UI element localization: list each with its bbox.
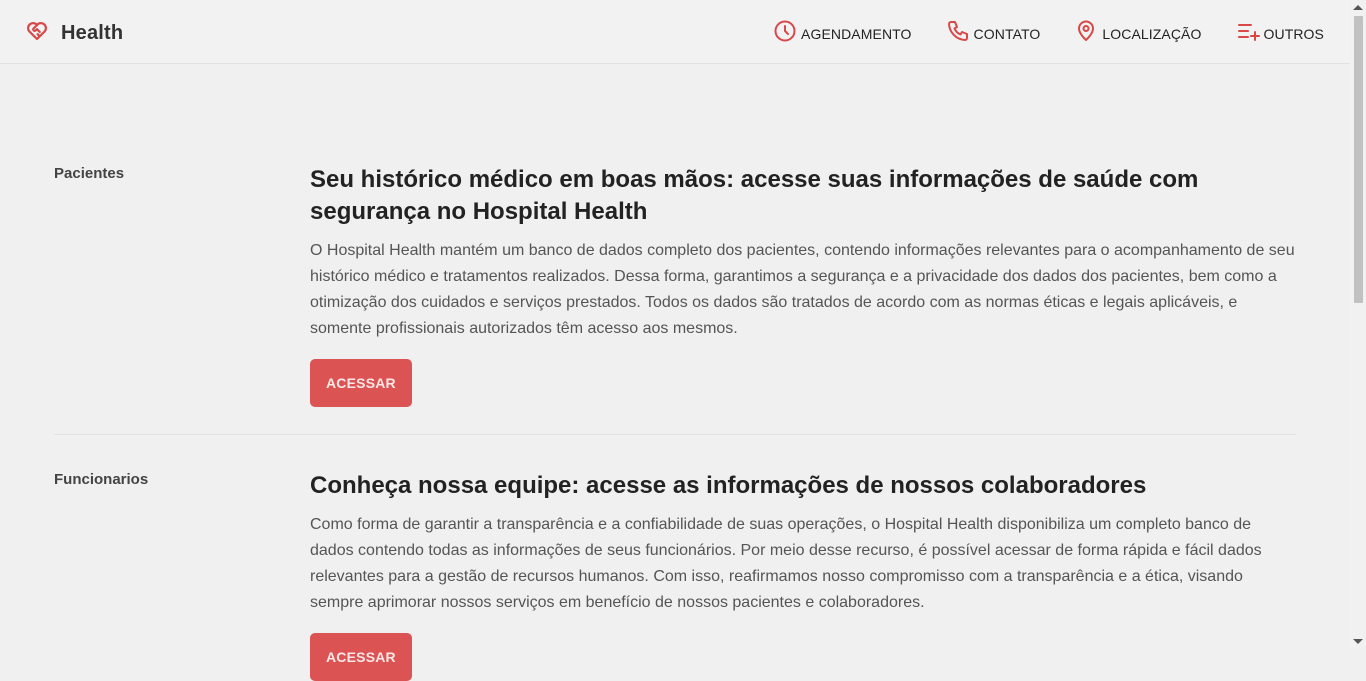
map-pin-icon [1074, 19, 1098, 48]
brand-name: Health [61, 22, 124, 44]
main-nav: AGENDAMENTO CONTATO LOCALIZAÇÃO OUTROS [773, 19, 1324, 48]
section-title: Conheça nossa equipe: acesse as informaç… [310, 472, 1147, 499]
brand[interactable]: Health [25, 19, 123, 48]
acessar-pacientes-button[interactable]: ACESSAR [310, 359, 412, 407]
scroll-down-arrow-icon[interactable] [1353, 639, 1363, 644]
vertical-scrollbar[interactable] [1350, 0, 1366, 649]
section-body: Conheça nossa equipe: acesse as informaç… [310, 470, 1296, 681]
clock-icon [773, 19, 797, 48]
section-text: Como forma de garantir a transparência e… [310, 516, 1262, 611]
navbar: Health AGENDAMENTO CONTATO LOCALIZAÇÃO O… [0, 0, 1350, 64]
nav-label: LOCALIZAÇÃO [1102, 25, 1202, 42]
section-text: O Hospital Health mantém um banco de dad… [310, 242, 1295, 337]
section-title: Seu histórico médico em boas mãos: acess… [310, 166, 1199, 225]
section-body: Seu histórico médico em boas mãos: acess… [310, 164, 1296, 407]
nav-outros[interactable]: OUTROS [1236, 19, 1325, 48]
acessar-funcionarios-button[interactable]: ACESSAR [310, 633, 412, 681]
heart-handshake-icon [25, 19, 49, 48]
scroll-up-arrow-icon[interactable] [1353, 5, 1363, 10]
nav-label: OUTROS [1263, 25, 1324, 42]
nav-localizacao[interactable]: LOCALIZAÇÃO [1074, 19, 1201, 48]
section-divider [54, 434, 1296, 435]
list-plus-icon [1236, 19, 1260, 48]
nav-label: CONTATO [973, 25, 1041, 42]
nav-label: AGENDAMENTO [801, 25, 912, 42]
scroll-thumb[interactable] [1354, 16, 1363, 303]
nav-contato[interactable]: CONTATO [946, 19, 1041, 48]
section-label: Funcionarios [54, 471, 149, 488]
nav-agendamento[interactable]: AGENDAMENTO [773, 19, 912, 48]
phone-icon [946, 19, 970, 48]
section-label: Pacientes [54, 165, 125, 182]
